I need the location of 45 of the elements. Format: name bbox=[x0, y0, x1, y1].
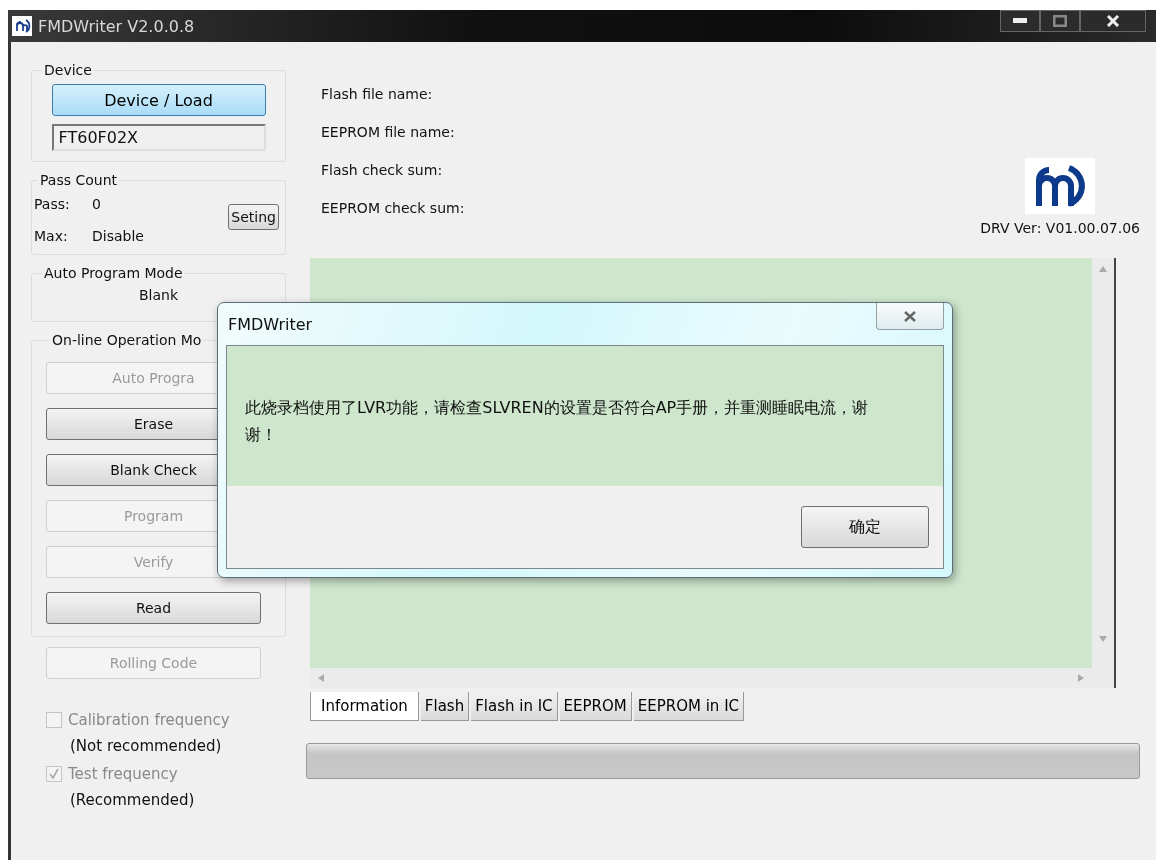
group-title: Device bbox=[43, 62, 93, 78]
file-info-label: Flash file name: bbox=[321, 86, 434, 102]
group-title: Auto Program Mode bbox=[43, 265, 184, 281]
driver-version: DRV Ver: V01.00.07.06 bbox=[980, 220, 1140, 236]
checkbox-label: Calibration frequency bbox=[68, 711, 230, 729]
scroll-down-icon bbox=[1099, 636, 1107, 642]
max-value: Disable bbox=[92, 228, 144, 244]
checkbox-label: Test frequency bbox=[68, 765, 178, 783]
device-load-button[interactable]: Device / Load bbox=[51, 84, 266, 116]
mode-value: Blank bbox=[138, 287, 179, 303]
close-icon bbox=[902, 309, 918, 323]
scroll-right-icon bbox=[1078, 674, 1084, 682]
window-title: FMDWriter V2.0.0.8 bbox=[38, 16, 195, 36]
tab[interactable]: Flash bbox=[420, 692, 470, 721]
vertical-scrollbar[interactable] bbox=[1092, 258, 1116, 688]
scroll-left-icon bbox=[318, 674, 324, 682]
ok-button[interactable]: 确定 bbox=[801, 506, 929, 548]
pass-value: 0 bbox=[92, 196, 101, 212]
max-label: Max: bbox=[34, 228, 69, 244]
dialog-title: FMDWriter bbox=[228, 314, 313, 334]
device-field[interactable]: FT60F02X bbox=[51, 124, 266, 151]
file-info-label: Flash check sum: bbox=[321, 162, 444, 178]
group-title: Pass Count bbox=[39, 172, 118, 188]
close-button[interactable] bbox=[1080, 10, 1146, 32]
minimize-icon bbox=[1013, 18, 1027, 24]
group-title: On-line Operation Mo bbox=[51, 332, 203, 348]
setting-button[interactable]: Seting bbox=[228, 204, 279, 230]
option-note: (Recommended) bbox=[70, 791, 196, 809]
scroll-up-icon bbox=[1099, 266, 1107, 272]
tab[interactable]: Information bbox=[310, 692, 419, 721]
file-info-label: EEPROM file name: bbox=[321, 124, 456, 140]
maximize-button[interactable] bbox=[1040, 10, 1080, 32]
minimize-button[interactable] bbox=[1000, 10, 1040, 32]
option-note: (Not recommended) bbox=[70, 737, 223, 755]
logo-icon bbox=[1025, 158, 1096, 214]
tab[interactable]: EEPROM in IC bbox=[633, 692, 745, 721]
app-logo-icon bbox=[12, 16, 32, 36]
close-icon bbox=[1106, 15, 1120, 27]
tab[interactable]: EEPROM bbox=[559, 692, 632, 721]
file-info-label: EEPROM check sum: bbox=[321, 200, 465, 216]
pass-label: Pass: bbox=[34, 196, 71, 212]
tab[interactable]: Flash in IC bbox=[471, 692, 558, 721]
horizontal-scrollbar[interactable] bbox=[310, 668, 1092, 688]
maximize-icon bbox=[1053, 15, 1067, 27]
operation-button[interactable]: Read bbox=[46, 592, 261, 624]
